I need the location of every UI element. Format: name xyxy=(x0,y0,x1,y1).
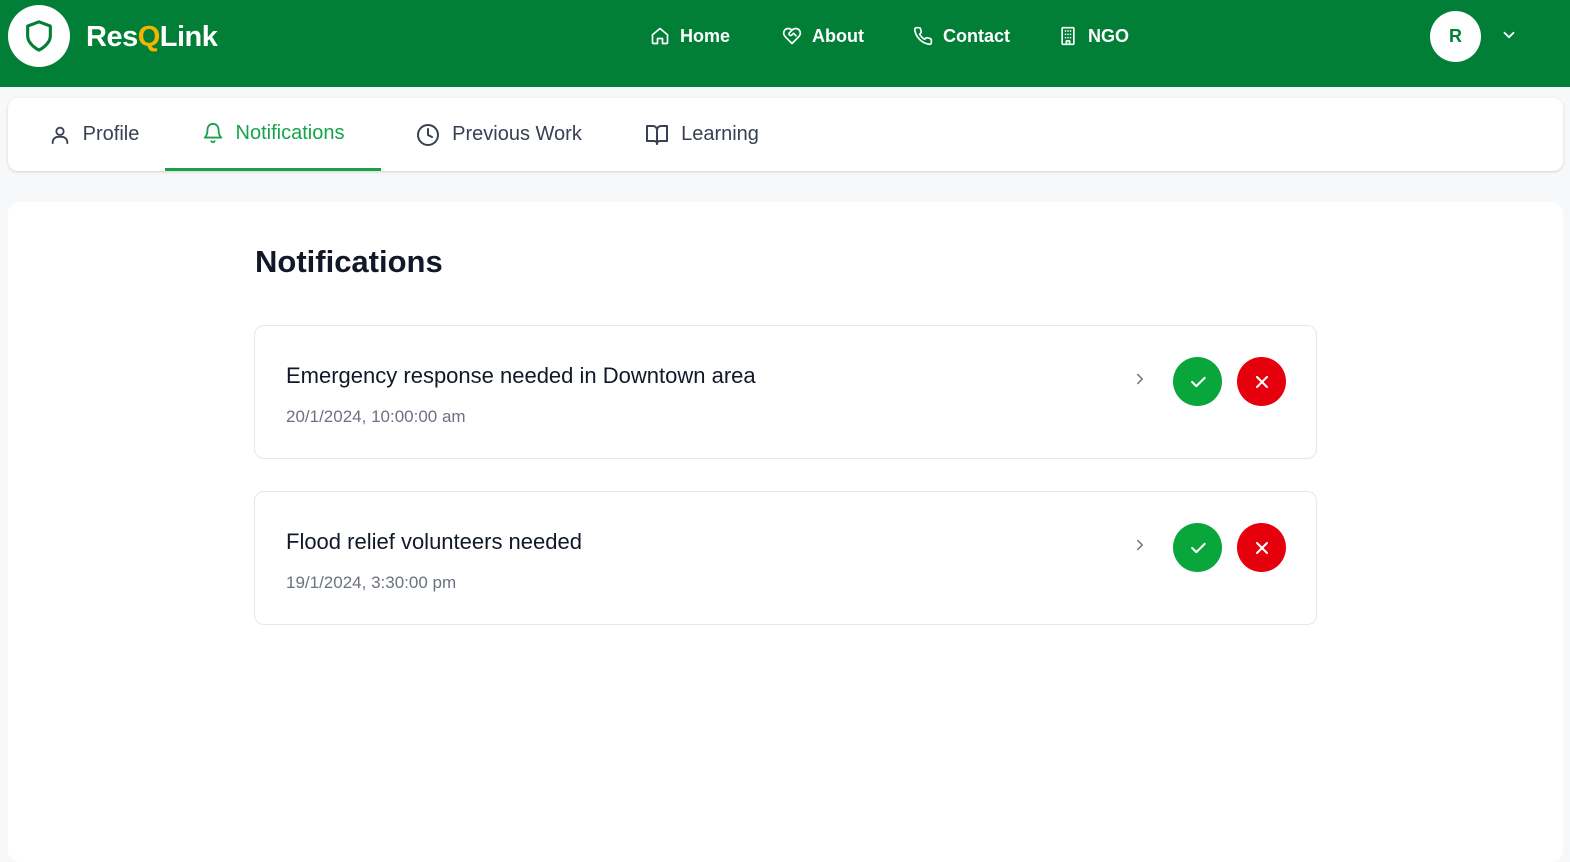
reject-button[interactable] xyxy=(1237,357,1286,406)
top-navbar: Res Q Link Home About Contact NGO R xyxy=(0,0,1570,87)
accept-button[interactable] xyxy=(1173,523,1222,572)
nav-home-label: Home xyxy=(680,25,731,46)
page-title: Notifications xyxy=(255,244,443,279)
nav-contact-link[interactable]: Contact xyxy=(913,16,1058,56)
building-icon xyxy=(1061,26,1075,46)
tab-profile-label: Profile xyxy=(82,123,140,145)
tab-notifications[interactable]: Notifications xyxy=(165,98,381,171)
shield-icon xyxy=(26,20,52,52)
notification-item[interactable]: Flood relief volunteers needed 19/1/2024… xyxy=(254,491,1317,625)
phone-icon xyxy=(913,26,933,46)
nav-contact-label: Contact xyxy=(943,25,1010,46)
nav-ngo-label: NGO xyxy=(1088,25,1130,46)
notifications-panel: Notifications Emergency response needed … xyxy=(8,202,1563,862)
nav-home-link[interactable]: Home xyxy=(650,16,782,56)
brand-name-part2: Link xyxy=(159,20,218,53)
notification-item[interactable]: Emergency response needed in Downtown ar… xyxy=(254,325,1317,459)
brand-name[interactable]: Res Q Link xyxy=(86,18,218,56)
notification-timestamp: 19/1/2024, 3:30:00 pm xyxy=(286,573,457,592)
tab-profile[interactable]: Profile xyxy=(30,98,158,171)
tab-notifications-label: Notifications xyxy=(235,121,345,144)
brand-name-part1: Res xyxy=(86,20,138,53)
tab-learning[interactable]: Learning xyxy=(632,98,772,171)
chevron-right-icon[interactable] xyxy=(1129,534,1151,556)
brand-name-q: Q xyxy=(137,20,161,53)
logo[interactable] xyxy=(8,5,70,67)
nav-about-link[interactable]: About xyxy=(782,16,913,56)
user-icon xyxy=(51,126,68,144)
user-avatar[interactable]: R xyxy=(1430,11,1481,62)
chevron-down-icon[interactable] xyxy=(1498,24,1520,46)
nav-about-label: About xyxy=(812,25,864,46)
check-icon xyxy=(1190,376,1206,387)
reject-button[interactable] xyxy=(1237,523,1286,572)
notification-title: Flood relief volunteers needed xyxy=(286,529,582,554)
tab-previous-work-label: Previous Work xyxy=(452,123,582,145)
tab-learning-label: Learning xyxy=(681,123,759,145)
check-icon xyxy=(1190,542,1206,553)
nav-ngo-link[interactable]: NGO xyxy=(1058,16,1148,56)
book-open-icon xyxy=(646,124,669,145)
main-nav: Home About Contact NGO xyxy=(650,0,1148,72)
close-icon xyxy=(1255,375,1268,388)
notification-title: Emergency response needed in Downtown ar… xyxy=(286,363,756,388)
tab-previous-work[interactable]: Previous Work xyxy=(400,98,598,171)
accept-button[interactable] xyxy=(1173,357,1222,406)
heart-handshake-icon xyxy=(782,27,802,45)
profile-tabs: Profile Notifications Previous Work Lear… xyxy=(8,98,1563,171)
bell-icon xyxy=(203,123,222,144)
home-icon xyxy=(651,27,669,45)
notification-timestamp: 20/1/2024, 10:00:00 am xyxy=(286,407,466,426)
clock-icon xyxy=(417,123,440,146)
close-icon xyxy=(1255,541,1268,554)
chevron-right-icon[interactable] xyxy=(1129,368,1151,390)
